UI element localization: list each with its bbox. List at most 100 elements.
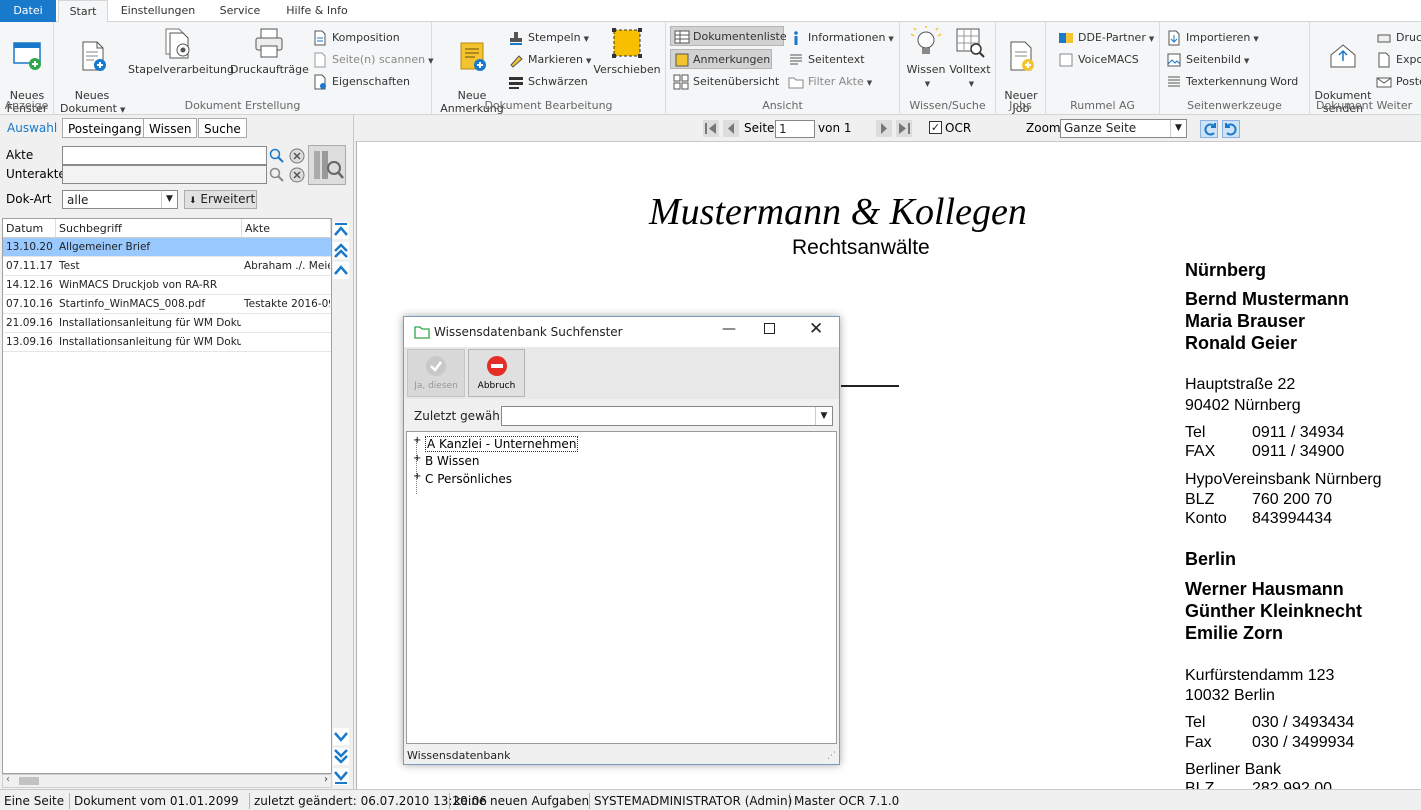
scroll-left-icon[interactable]: ‹ bbox=[6, 774, 10, 785]
expand-icon[interactable]: + bbox=[413, 453, 421, 464]
akte-search-icon[interactable] bbox=[268, 147, 286, 165]
scroll-thumb[interactable] bbox=[19, 777, 39, 785]
informationen-button[interactable]: Informationen ▼ bbox=[788, 28, 894, 48]
tab-wissen[interactable]: Wissen bbox=[143, 118, 198, 138]
eigenschaften-button[interactable]: Eigenschaften bbox=[312, 72, 410, 92]
export-button[interactable]: Expo bbox=[1376, 50, 1421, 70]
first-page-icon[interactable] bbox=[333, 222, 349, 239]
scroll-right-icon[interactable]: › bbox=[324, 774, 328, 785]
komposition-button[interactable]: Komposition bbox=[312, 28, 400, 48]
tab-hilfe[interactable]: Hilfe & Info bbox=[276, 0, 358, 22]
maximize-icon[interactable] bbox=[764, 323, 775, 334]
seiten-scannen-button[interactable]: Seite(n) scannen ▼ bbox=[312, 50, 434, 70]
zuletzt-select[interactable]: ▼ bbox=[501, 406, 833, 426]
seitenuebersicht-button[interactable]: Seitenübersicht bbox=[673, 72, 779, 92]
cell-such: Startinfo_WinMACS_008.pdf bbox=[59, 298, 206, 310]
druckauftraege-button[interactable]: Druckaufträge bbox=[230, 26, 309, 76]
row-up-icon[interactable] bbox=[333, 262, 349, 279]
texterkennung-button[interactable]: Texterkennung bbox=[1166, 72, 1267, 92]
tab-auswahl[interactable]: Auswahl bbox=[2, 118, 62, 138]
table-row[interactable]: 07.10.16 Startinfo_WinMACS_008.pdf Testakt… bbox=[3, 295, 331, 314]
status-user: SYSTEMADMINISTRATOR (Admin) bbox=[594, 793, 793, 809]
filter-akte-button[interactable]: Filter Akte ▼ bbox=[788, 72, 872, 92]
druck-button[interactable]: Druck bbox=[1376, 28, 1421, 48]
tab-start[interactable]: Start bbox=[58, 0, 108, 23]
next-page-icon[interactable] bbox=[876, 120, 892, 137]
ja-diesen-button[interactable]: Ja, diesen bbox=[407, 349, 465, 397]
erweitert-button[interactable]: ⬇ Erweitert bbox=[184, 190, 257, 209]
stapelverarbeitung-button[interactable]: Stapelverarbeitung bbox=[128, 26, 234, 76]
group-jobs: Neuer Job Jobs bbox=[996, 22, 1046, 115]
minimize-icon[interactable]: — bbox=[722, 321, 736, 337]
cell-datum: 21.09.16 bbox=[6, 317, 53, 329]
schwaerzen-button[interactable]: Schwärzen bbox=[508, 72, 588, 92]
tab-service[interactable]: Service bbox=[210, 0, 270, 22]
verschieben-button[interactable]: Verschieben bbox=[592, 26, 662, 76]
row-down-icon[interactable] bbox=[333, 728, 349, 745]
fulltext-search-icon bbox=[956, 28, 985, 58]
tree-node-wissen[interactable]: B Wissen bbox=[425, 454, 479, 468]
status-version: Master OCR 7.1.0 bbox=[794, 794, 900, 808]
post-button[interactable]: Poste bbox=[1376, 72, 1421, 92]
prev-page-icon[interactable] bbox=[723, 120, 739, 137]
table-row[interactable]: 13.09.16 Installationsanleitung für WM Do… bbox=[3, 333, 331, 352]
folder-filter-icon bbox=[788, 77, 804, 89]
importieren-button[interactable]: Importieren ▼ bbox=[1166, 28, 1259, 48]
group-ansicht: Dokumentenliste Anmerkungen Seitenübersi… bbox=[666, 22, 900, 115]
volltext-button[interactable]: Volltext ▼ bbox=[948, 26, 992, 91]
tab-posteingang[interactable]: Posteingang bbox=[62, 118, 148, 138]
akte-clear-icon[interactable] bbox=[288, 147, 306, 165]
table-row[interactable]: 14.12.16 WinMACS Druckjob von RA-RR bbox=[3, 276, 331, 295]
status-bar: Eine Seite Dokument vom 01.01.2099 zulet… bbox=[0, 789, 1421, 810]
tree-node-kanzlei[interactable]: A Kanzlei - Unternehmen bbox=[425, 436, 579, 452]
wissen-button[interactable]: Wissen ▼ bbox=[906, 26, 946, 91]
table-row[interactable]: 07.11.17 Test Abraham ./. Meiert bbox=[3, 257, 331, 276]
unterakte-search-icon[interactable] bbox=[268, 166, 286, 184]
first-page-nav-icon[interactable] bbox=[703, 120, 719, 137]
col-datum[interactable]: Datum bbox=[3, 219, 56, 238]
col-suchbegriff[interactable]: Suchbegriff bbox=[56, 219, 242, 238]
dialog-titlebar[interactable]: Wissensdatenbank Suchfenster — ✕ bbox=[404, 317, 839, 347]
akte-input[interactable] bbox=[62, 146, 267, 165]
expand-icon[interactable]: + bbox=[413, 471, 421, 482]
unterakte-input[interactable] bbox=[62, 165, 267, 184]
page-number-input[interactable]: 1 bbox=[775, 120, 815, 138]
folder-icon bbox=[414, 326, 430, 339]
job-add-icon bbox=[1010, 41, 1034, 71]
partner-icon bbox=[1059, 33, 1073, 43]
markieren-button[interactable]: Markieren ▼ bbox=[508, 50, 591, 70]
close-icon[interactable]: ✕ bbox=[809, 319, 823, 339]
page-up-icon[interactable] bbox=[333, 242, 349, 259]
tab-suche[interactable]: Suche bbox=[198, 118, 247, 138]
voicemacs-button[interactable]: VoiceMACS bbox=[1058, 50, 1139, 70]
stempeln-button[interactable]: Stempeln ▼ bbox=[508, 28, 589, 48]
dokumentenliste-toggle[interactable]: Dokumentenliste bbox=[670, 26, 787, 46]
seitenbild-button[interactable]: Seitenbild ▼ bbox=[1166, 50, 1249, 70]
binder-search-icon[interactable] bbox=[308, 145, 346, 185]
tree-node-persoenliches[interactable]: C Persönliches bbox=[425, 472, 512, 486]
group-rummel: DDE-Partner ▼ VoiceMACS Rummel AG bbox=[1046, 22, 1160, 115]
last-page-nav-icon[interactable] bbox=[896, 120, 912, 137]
resize-grip-icon[interactable]: ⋰ bbox=[827, 751, 836, 761]
unterakte-clear-icon[interactable] bbox=[288, 166, 306, 184]
dokart-select[interactable]: alle ▼ bbox=[62, 190, 178, 209]
seitentext-button[interactable]: Seitentext bbox=[788, 50, 865, 70]
tab-einstellungen[interactable]: Einstellungen bbox=[112, 0, 204, 22]
page-down-icon[interactable] bbox=[333, 748, 349, 765]
rotate-left-icon[interactable] bbox=[1200, 120, 1218, 138]
anmerkungen-toggle[interactable]: Anmerkungen bbox=[670, 49, 772, 69]
wissensdatenbank-dialog: Wissensdatenbank Suchfenster — ✕ Ja, die… bbox=[403, 316, 840, 765]
abbruch-button[interactable]: Abbruch bbox=[468, 349, 525, 397]
last-page-icon[interactable] bbox=[333, 768, 349, 785]
col-akte[interactable]: Akte bbox=[242, 219, 331, 238]
expand-icon[interactable]: + bbox=[413, 435, 421, 446]
horizontal-scrollbar[interactable]: ‹ › bbox=[2, 774, 332, 788]
ocr-checkbox[interactable]: ✓ bbox=[929, 121, 942, 134]
table-row[interactable]: 13.10.20 Allgemeiner Brief bbox=[3, 238, 331, 257]
table-row[interactable]: 21.09.16 Installationsanleitung für WM Do… bbox=[3, 314, 331, 333]
zoom-select[interactable]: Ganze Seite ▼ bbox=[1060, 119, 1187, 138]
word-button[interactable]: Word bbox=[1270, 72, 1298, 92]
tab-datei[interactable]: Datei bbox=[0, 0, 56, 22]
rotate-right-icon[interactable] bbox=[1222, 120, 1240, 138]
dde-partner-button[interactable]: DDE-Partner ▼ bbox=[1058, 28, 1154, 48]
